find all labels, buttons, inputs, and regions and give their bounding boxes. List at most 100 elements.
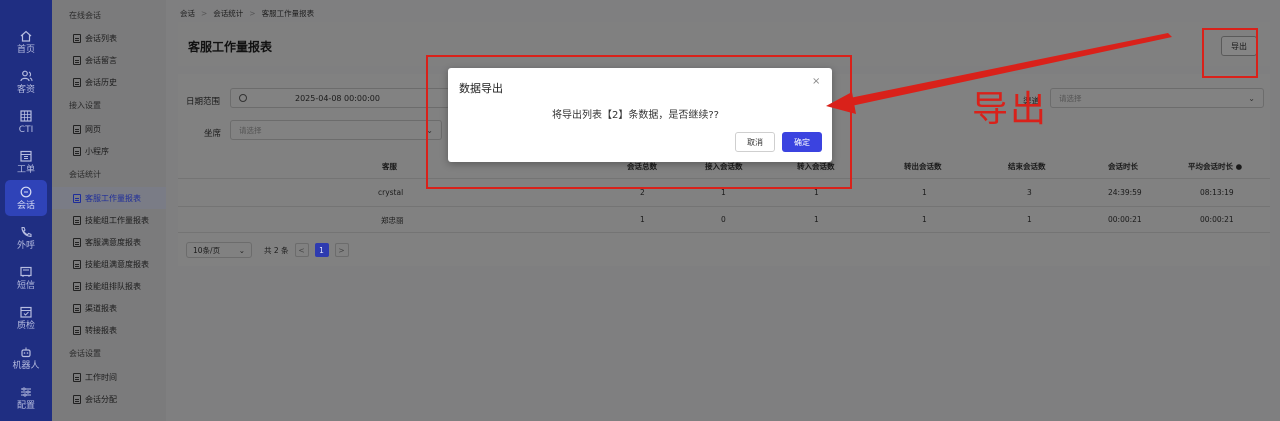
document-icon bbox=[73, 77, 81, 87]
breadcrumb-separator: > bbox=[201, 8, 208, 18]
phone-icon bbox=[19, 226, 33, 238]
menu-item-group-workload-report[interactable]: 技能组工作量报表 bbox=[52, 209, 166, 231]
rail-item-outbound[interactable]: 外呼 bbox=[0, 218, 52, 258]
table-cell: 1 bbox=[922, 188, 927, 197]
sidebar-menu: 在线会话 会话列表 会话留言 会话历史 接入设置 网页 小程序 会话统计 客服工… bbox=[52, 0, 166, 421]
calendar-icon bbox=[19, 150, 33, 162]
breadcrumb-item-sessions[interactable]: 会话 bbox=[180, 8, 195, 19]
col-header-transferred-out: 转出会话数 bbox=[904, 162, 942, 171]
table-divider bbox=[178, 232, 1270, 233]
document-icon bbox=[73, 281, 81, 291]
table-cell: 1 bbox=[721, 188, 726, 197]
rail-item-sms[interactable]: 短信 bbox=[0, 258, 52, 298]
date-range-label: 日期范围 bbox=[186, 97, 221, 107]
seat-label: 坐席 bbox=[204, 129, 222, 139]
document-icon bbox=[73, 33, 81, 43]
menu-group-session-settings: 会话设置 bbox=[69, 348, 101, 358]
menu-item-transfer-report[interactable]: 转接报表 bbox=[52, 319, 166, 341]
menu-item-agent-satisfaction-report[interactable]: 客服满意度报表 bbox=[52, 231, 166, 253]
table-cell: 1 bbox=[640, 215, 645, 224]
document-icon bbox=[73, 193, 81, 203]
home-icon bbox=[19, 30, 33, 42]
menu-item-web[interactable]: 网页 bbox=[52, 118, 166, 140]
document-icon bbox=[73, 394, 81, 404]
menu-item-session-history[interactable]: 会话历史 bbox=[52, 71, 166, 93]
grid-icon bbox=[19, 109, 33, 122]
document-icon bbox=[73, 146, 81, 156]
inspect-icon bbox=[19, 306, 33, 318]
table-cell: crystal bbox=[378, 188, 404, 197]
app-nav-rail: 首页 客资 CTI 工单 会话 外呼 短信 质检 机器人 配置 bbox=[0, 0, 52, 421]
rail-item-settings[interactable]: 配置 bbox=[0, 378, 52, 418]
table-cell: 郑忠丽 bbox=[381, 216, 404, 225]
prev-page-button[interactable]: < bbox=[294, 243, 309, 257]
breadcrumb-item-stats[interactable]: 会话统计 bbox=[213, 8, 243, 19]
menu-item-group-satisfaction-report[interactable]: 技能组满意度报表 bbox=[52, 253, 166, 275]
message-icon bbox=[19, 266, 33, 278]
table-cell: 1 bbox=[1027, 215, 1032, 224]
settings-icon bbox=[19, 386, 33, 398]
col-header-closed: 结束会话数 bbox=[1008, 162, 1046, 171]
page-size-select[interactable]: 10条/页 ⌄ bbox=[186, 242, 252, 258]
seat-select[interactable]: 请选择 ⌄ bbox=[230, 120, 442, 140]
menu-item-channel-report[interactable]: 渠道报表 bbox=[52, 297, 166, 319]
document-icon bbox=[73, 259, 81, 269]
menu-item-session-assignment[interactable]: 会话分配 bbox=[52, 388, 166, 410]
table-cell: 3 bbox=[1027, 188, 1032, 197]
table-cell: 1 bbox=[814, 188, 819, 197]
chevron-down-icon: ⌄ bbox=[238, 246, 245, 255]
chat-icon bbox=[19, 186, 33, 198]
table-cell: 08:13:19 bbox=[1200, 188, 1234, 197]
rail-item-robot[interactable]: 机器人 bbox=[0, 338, 52, 378]
table-cell: 0 bbox=[721, 215, 726, 224]
breadcrumb-separator: > bbox=[249, 8, 256, 18]
rail-item-cti[interactable]: CTI bbox=[0, 102, 52, 142]
channel-select[interactable]: 请选择 ⌄ bbox=[1050, 88, 1264, 108]
annotation-label: 导出 bbox=[972, 89, 1049, 130]
clock-icon bbox=[239, 94, 247, 102]
rail-item-home[interactable]: 首页 bbox=[0, 22, 52, 62]
annotation-box-export bbox=[1202, 28, 1258, 78]
menu-item-session-messages[interactable]: 会话留言 bbox=[52, 49, 166, 71]
menu-group-access: 接入设置 bbox=[69, 100, 101, 110]
menu-item-miniprogram[interactable]: 小程序 bbox=[52, 140, 166, 162]
next-page-button[interactable]: > bbox=[334, 243, 349, 257]
page-title: 客服工作量报表 bbox=[188, 40, 273, 54]
menu-item-group-queue-report[interactable]: 技能组排队报表 bbox=[52, 275, 166, 297]
breadcrumb-item-current: 客服工作量报表 bbox=[261, 8, 315, 18]
rail-item-tickets[interactable]: 工单 bbox=[0, 142, 52, 182]
total-count: 共 2 条 bbox=[264, 245, 289, 255]
document-icon bbox=[73, 303, 81, 313]
document-icon bbox=[73, 372, 81, 382]
menu-item-agent-workload-report[interactable]: 客服工作量报表 bbox=[52, 187, 166, 209]
menu-item-work-hours[interactable]: 工作时间 bbox=[52, 366, 166, 388]
col-header-avg-duration: 平均会话时长 ● bbox=[1188, 162, 1243, 171]
table-cell: 1 bbox=[922, 215, 927, 224]
menu-item-session-list[interactable]: 会话列表 bbox=[52, 27, 166, 49]
document-icon bbox=[73, 215, 81, 225]
breadcrumb: 会话 > 会话统计 > 客服工作量报表 bbox=[180, 6, 314, 20]
document-icon bbox=[73, 124, 81, 134]
table-cell: 00:00:21 bbox=[1200, 215, 1234, 224]
table-divider bbox=[178, 206, 1270, 207]
rail-item-sessions[interactable]: 会话 bbox=[0, 178, 52, 218]
col-header-duration: 会话时长 bbox=[1108, 162, 1138, 171]
pagination: 10条/页 ⌄ 共 2 条 < 1 > bbox=[186, 242, 349, 258]
annotation-box-dialog bbox=[426, 55, 852, 189]
document-icon bbox=[73, 55, 81, 65]
rail-item-inspect[interactable]: 质检 bbox=[0, 298, 52, 338]
col-header-agent: 客服 bbox=[382, 162, 397, 171]
table-cell: 2 bbox=[640, 188, 645, 197]
info-icon[interactable]: ● bbox=[1236, 162, 1243, 171]
table-cell: 24:39:59 bbox=[1108, 188, 1142, 197]
menu-group-online: 在线会话 bbox=[69, 10, 101, 20]
users-icon bbox=[19, 70, 33, 82]
table-cell: 1 bbox=[814, 215, 819, 224]
rail-item-customers[interactable]: 客资 bbox=[0, 62, 52, 102]
menu-group-stats: 会话统计 bbox=[69, 169, 101, 179]
document-icon bbox=[73, 325, 81, 335]
document-icon bbox=[73, 237, 81, 247]
page-button-current[interactable]: 1 bbox=[314, 243, 329, 257]
date-range-input[interactable]: 2025-04-08 00:00:00 bbox=[230, 88, 450, 108]
robot-icon bbox=[19, 346, 33, 358]
